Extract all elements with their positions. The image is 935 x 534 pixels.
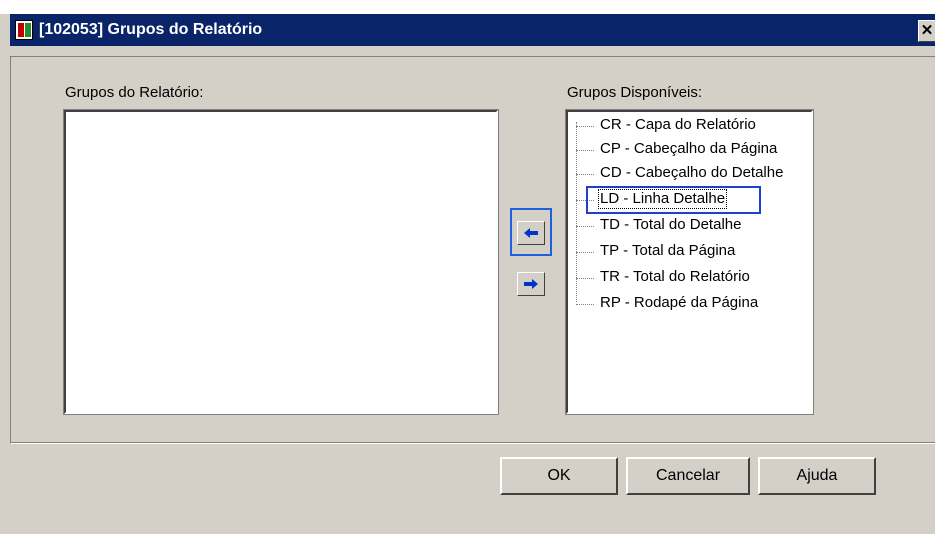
top-strip — [0, 0, 935, 14]
available-groups-label: Grupos Disponíveis: — [567, 84, 703, 101]
arrow-left-icon — [524, 228, 538, 238]
tree-item-label: CD - Cabeçalho do Detalhe — [600, 164, 784, 181]
remove-group-button[interactable] — [517, 272, 545, 296]
selection-highlight — [586, 186, 761, 214]
arrow-right-icon — [524, 279, 538, 289]
tree-connector — [576, 122, 577, 302]
cancel-button[interactable]: Cancelar — [626, 457, 750, 495]
close-icon: ✕ — [920, 22, 934, 39]
help-button[interactable]: Ajuda — [758, 457, 876, 495]
report-groups-label: Grupos do Relatório: — [65, 84, 204, 101]
app-icon — [15, 20, 33, 40]
report-groups-list[interactable] — [63, 109, 499, 415]
tree-item-label: TD - Total do Detalhe — [600, 216, 742, 233]
tree-item-label: CR - Capa do Relatório — [600, 116, 756, 133]
left-edge — [0, 14, 10, 534]
tree-item-label: TP - Total da Página — [600, 242, 736, 259]
dialog-window: [102053] Grupos do Relatório ✕ Grupos do… — [0, 0, 935, 534]
ok-button[interactable]: OK — [500, 457, 618, 495]
tree-item-label: CP - Cabeçalho da Página — [600, 140, 778, 157]
window-title: [102053] Grupos do Relatório — [39, 21, 263, 38]
title-bar[interactable]: [102053] Grupos do Relatório ✕ — [10, 14, 935, 46]
close-button[interactable]: ✕ — [918, 20, 935, 42]
add-group-button[interactable] — [517, 221, 545, 245]
tree-item-label: TR - Total do Relatório — [600, 268, 750, 285]
tree-item-label: RP - Rodapé da Página — [600, 294, 759, 311]
available-groups-tree[interactable]: CR - Capa do Relatório CP - Cabeçalho da… — [565, 109, 814, 415]
